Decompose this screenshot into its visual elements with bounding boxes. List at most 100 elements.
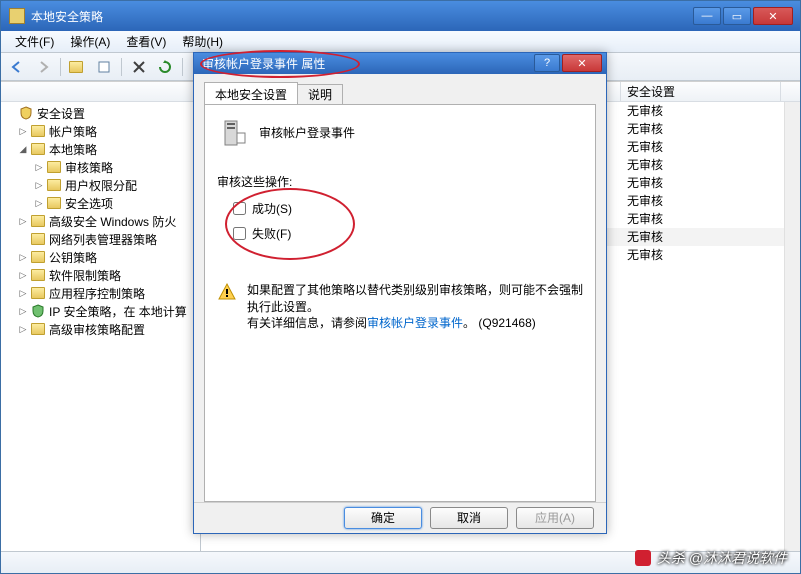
tree-item[interactable]: ▷ 软件限制策略 [1, 266, 200, 284]
tree-item[interactable]: ◢ 本地策略 [1, 140, 200, 158]
expander-icon[interactable]: ▷ [33, 197, 45, 209]
tree-pane: 安全设置 ▷帐户策略◢本地策略▷审核策略▷用户权限分配▷安全选项▷高级安全 Wi… [1, 82, 201, 551]
tree-item[interactable]: ▷ 帐户策略 [1, 122, 200, 140]
expander-icon[interactable]: ▷ [17, 269, 29, 281]
tree-item-label: 网络列表管理器策略 [49, 231, 157, 248]
watermark-icon [635, 550, 651, 566]
list-cell-setting: 无审核 [621, 138, 781, 156]
checkbox-failure-label: 失败(F) [252, 225, 291, 242]
list-cell-setting: 无审核 [621, 210, 781, 228]
properties-dialog: 审核帐户登录事件 属性 ? ✕ 本地安全设置 说明 审核帐户登录事件 审核这些操… [193, 52, 607, 534]
list-cell-setting: 无审核 [621, 102, 781, 120]
folder-icon [31, 215, 45, 227]
list-cell-setting: 无审核 [621, 246, 781, 264]
tree-item-label: 用户权限分配 [65, 177, 137, 194]
folder-icon [31, 233, 45, 245]
tree-header [1, 82, 200, 102]
up-button[interactable] [66, 56, 90, 78]
tree-item-label: 软件限制策略 [49, 267, 121, 284]
dialog-titlebar: 审核帐户登录事件 属性 ? ✕ [194, 53, 606, 74]
tree-item[interactable]: ▷ IP 安全策略，在 本地计算 [1, 302, 200, 320]
tree: 安全设置 ▷帐户策略◢本地策略▷审核策略▷用户权限分配▷安全选项▷高级安全 Wi… [1, 102, 200, 340]
folder-icon [47, 161, 61, 173]
expander-icon[interactable]: ◢ [17, 143, 29, 155]
expander-icon[interactable]: ▷ [17, 287, 29, 299]
folder-icon [31, 143, 45, 155]
menubar: 文件(F) 操作(A) 查看(V) 帮助(H) [1, 31, 800, 53]
checkbox-failure[interactable] [233, 227, 246, 240]
shield-icon [31, 304, 45, 318]
dialog-title: 审核帐户登录事件 属性 [202, 55, 325, 72]
cancel-button[interactable]: 取消 [430, 507, 508, 529]
tree-item-label: 本地策略 [49, 141, 97, 158]
checkbox-success-label: 成功(S) [252, 200, 292, 217]
warning-link[interactable]: 审核帐户登录事件 [367, 316, 463, 330]
checkbox-success[interactable] [233, 202, 246, 215]
tree-item[interactable]: ▷ 高级安全 Windows 防火 [1, 212, 200, 230]
list-cell-setting: 无审核 [621, 174, 781, 192]
expander-icon[interactable]: ▷ [17, 305, 29, 317]
tree-item[interactable]: ▷ 公钥策略 [1, 248, 200, 266]
server-icon [217, 117, 249, 149]
scrollbar[interactable] [784, 102, 800, 551]
dialog-help-button[interactable]: ? [534, 54, 560, 72]
menu-view[interactable]: 查看(V) [118, 31, 174, 52]
tree-item-label: IP 安全策略，在 本地计算 [49, 303, 187, 320]
expander-icon[interactable]: ▷ [17, 251, 29, 263]
list-cell-setting: 无审核 [621, 228, 781, 246]
ok-button[interactable]: 确定 [344, 507, 422, 529]
tree-item-label: 公钥策略 [49, 249, 97, 266]
menu-file[interactable]: 文件(F) [7, 31, 62, 52]
folder-icon [31, 287, 45, 299]
dialog-buttons: 确定 取消 应用(A) [194, 502, 606, 533]
menu-help[interactable]: 帮助(H) [174, 31, 231, 52]
expander-icon[interactable]: ▷ [33, 161, 45, 173]
menu-action[interactable]: 操作(A) [62, 31, 118, 52]
tab-explain[interactable]: 说明 [297, 84, 343, 104]
folder-icon [47, 197, 61, 209]
folder-icon [31, 323, 45, 335]
folder-icon [31, 251, 45, 263]
folder-icon [31, 125, 45, 137]
delete-button[interactable] [127, 56, 151, 78]
tab-local-security[interactable]: 本地安全设置 [204, 82, 298, 104]
minimize-button[interactable]: — [693, 7, 721, 25]
tab-panel: 审核帐户登录事件 审核这些操作: 成功(S) 失败(F) 如果配置了其他策略以替… [204, 104, 596, 502]
watermark: 头杀 @沐沐君说软件 [635, 548, 787, 568]
warning-icon [217, 282, 237, 302]
expander-icon[interactable]: ▷ [17, 323, 29, 335]
app-icon [9, 8, 25, 24]
back-button[interactable] [5, 56, 29, 78]
list-cell-setting: 无审核 [621, 156, 781, 174]
tree-item[interactable]: 网络列表管理器策略 [1, 230, 200, 248]
tree-item-label: 帐户策略 [49, 123, 97, 140]
tree-root[interactable]: 安全设置 [1, 104, 200, 122]
properties-button[interactable] [92, 56, 116, 78]
list-col-setting[interactable]: 安全设置 [621, 82, 781, 101]
folder-icon [47, 179, 61, 191]
close-button[interactable]: ✕ [753, 7, 793, 25]
refresh-button[interactable] [153, 56, 177, 78]
window-title: 本地安全策略 [31, 8, 103, 25]
tree-item-label: 高级安全 Windows 防火 [49, 213, 176, 230]
tree-item[interactable]: ▷ 审核策略 [1, 158, 200, 176]
tree-item-label: 高级审核策略配置 [49, 321, 145, 338]
tree-item[interactable]: ▷ 高级审核策略配置 [1, 320, 200, 338]
expander-icon[interactable]: ▷ [17, 125, 29, 137]
expander-icon[interactable]: ▷ [17, 215, 29, 227]
tree-item[interactable]: ▷安全选项 [1, 194, 200, 212]
audit-label: 审核这些操作: [217, 173, 583, 190]
expander-icon[interactable]: ▷ [33, 179, 45, 191]
dialog-close-button[interactable]: ✕ [562, 54, 602, 72]
forward-button[interactable] [31, 56, 55, 78]
warning-text: 如果配置了其他策略以替代类别级别审核策略，则可能不会强制执行此设置。 有关详细信… [247, 282, 583, 332]
tree-item[interactable]: ▷ 用户权限分配 [1, 176, 200, 194]
tree-item-label: 审核策略 [65, 159, 113, 176]
maximize-button[interactable]: ▭ [723, 7, 751, 25]
apply-button[interactable]: 应用(A) [516, 507, 594, 529]
security-icon [19, 106, 33, 120]
tree-item[interactable]: ▷应用程序控制策略 [1, 284, 200, 302]
policy-name: 审核帐户登录事件 [259, 124, 355, 141]
expander-icon[interactable] [17, 233, 29, 245]
dialog-tabs: 本地安全设置 说明 [204, 82, 596, 104]
